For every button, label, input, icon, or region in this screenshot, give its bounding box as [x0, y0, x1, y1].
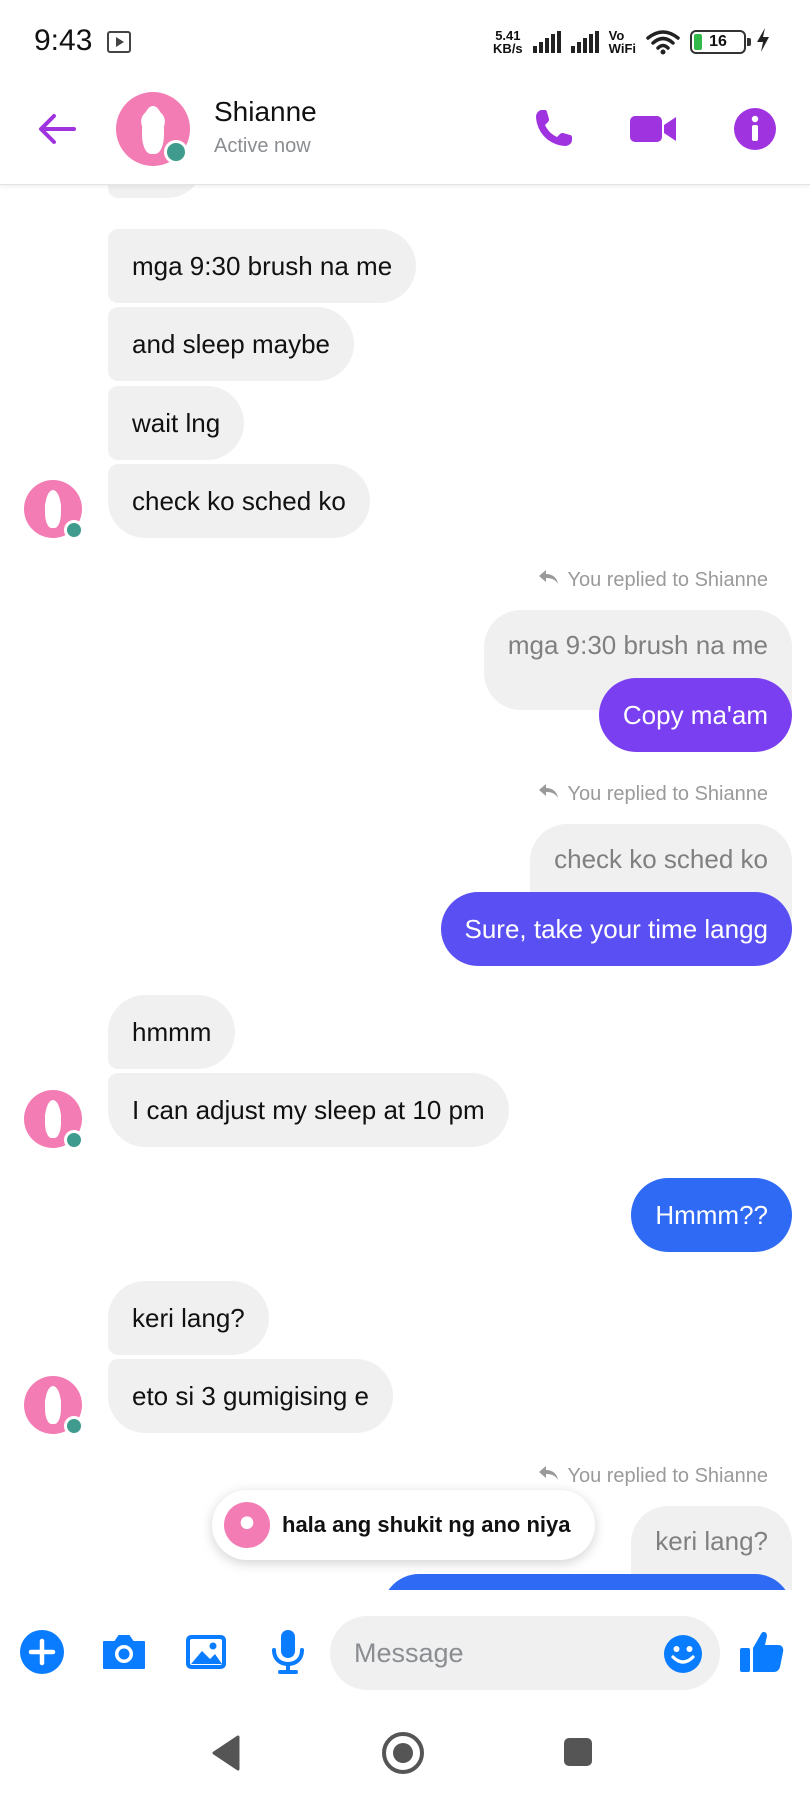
gallery-icon[interactable] — [180, 1626, 232, 1678]
quoted-text: mga 9:30 brush na me — [507, 630, 768, 660]
message-text: and sleep maybe — [132, 329, 331, 359]
message-text: Sure, take your time langg — [464, 914, 769, 944]
message-incoming[interactable]: wait lng — [108, 386, 245, 460]
nav-recents-icon[interactable] — [564, 1738, 592, 1766]
new-message-preview[interactable]: hala ang shukit ng ano niya — [212, 1490, 595, 1560]
message-incoming[interactable]: eto si 3 gumigising e — [108, 1359, 394, 1433]
message-text: hmmm — [132, 1017, 212, 1047]
back-arrow-icon[interactable] — [34, 106, 80, 152]
new-message-text: hala ang shukit ng ano niya — [282, 1512, 571, 1537]
reply-label: You replied to Shianne — [537, 782, 768, 806]
reply-label: You replied to Shianne — [537, 1464, 768, 1488]
message-outgoing-partial[interactable] — [382, 1574, 792, 1590]
wifi-icon — [646, 29, 680, 55]
reply-arrow-icon — [537, 1464, 559, 1488]
message-text: check ko sched ko — [132, 486, 346, 516]
network-speed: 5.41 KB/s — [493, 29, 523, 55]
vowifi-indicator: Vo WiFi — [609, 29, 636, 55]
message-composer — [0, 1590, 810, 1720]
message-list[interactable]: anw mga 9:30 brush na me and sleep maybe… — [0, 150, 810, 1590]
contact-status: Active now — [214, 135, 311, 157]
quoted-text: keri lang? — [655, 1526, 768, 1556]
camera-icon[interactable] — [98, 1626, 150, 1678]
nav-home-icon[interactable] — [382, 1732, 424, 1774]
toast-avatar — [224, 1502, 270, 1548]
info-icon[interactable] — [730, 104, 780, 154]
charging-icon — [756, 27, 770, 57]
chat-header: Shianne Active now — [0, 80, 810, 185]
message-text: keri lang? — [132, 1303, 245, 1333]
online-indicator — [164, 140, 188, 164]
reply-label-text: You replied to Shianne — [567, 782, 768, 805]
message-incoming[interactable]: hmmm — [108, 995, 236, 1069]
thumbs-up-icon[interactable] — [736, 1626, 788, 1678]
quoted-text: check ko sched ko — [554, 844, 768, 874]
message-outgoing[interactable]: Hmmm?? — [631, 1178, 792, 1252]
message-incoming[interactable]: check ko sched ko — [108, 464, 370, 538]
message-text: Copy ma'am — [622, 700, 768, 730]
signal-2-icon — [570, 31, 599, 53]
vowifi-bottom: WiFi — [608, 41, 636, 56]
message-incoming[interactable]: I can adjust my sleep at 10 pm — [108, 1073, 509, 1147]
message-outgoing[interactable]: Sure, take your time langg — [440, 892, 792, 966]
online-indicator — [64, 1130, 84, 1150]
message-text: I can adjust my sleep at 10 pm — [132, 1095, 485, 1125]
battery-level: 16 — [709, 33, 727, 50]
microphone-icon[interactable] — [262, 1626, 314, 1678]
network-speed-unit: KB/s — [493, 41, 523, 56]
status-time: 9:43 — [34, 24, 93, 57]
battery-icon: 16 — [690, 30, 751, 54]
phone-icon[interactable] — [528, 104, 578, 154]
message-text: eto si 3 gumigising e — [132, 1381, 370, 1411]
reply-arrow-icon — [537, 782, 559, 806]
message-input[interactable] — [354, 1616, 654, 1690]
message-outgoing[interactable]: Copy ma'am — [598, 678, 792, 752]
message-incoming[interactable]: and sleep maybe — [108, 307, 355, 381]
plus-icon[interactable] — [16, 1626, 68, 1678]
message-text: mga 9:30 brush na me — [132, 251, 393, 281]
video-camera-icon[interactable] — [628, 104, 678, 154]
nav-back-icon[interactable] — [210, 1734, 242, 1772]
message-incoming[interactable]: keri lang? — [108, 1281, 269, 1355]
media-notification-icon — [107, 31, 131, 53]
message-incoming[interactable]: mga 9:30 brush na me — [108, 229, 417, 303]
reply-label-text: You replied to Shianne — [567, 1464, 768, 1487]
online-indicator — [64, 520, 84, 540]
status-bar: 9:43 5.41 KB/s Vo WiFi 16 — [0, 0, 810, 80]
reply-label-text: You replied to Shianne — [567, 568, 768, 591]
signal-icon — [532, 31, 561, 53]
status-icons: 5.41 KB/s Vo WiFi 16 — [493, 22, 770, 62]
online-indicator — [64, 1416, 84, 1436]
reply-arrow-icon — [537, 568, 559, 592]
message-input-container[interactable] — [330, 1616, 720, 1690]
contact-name[interactable]: Shianne — [214, 96, 317, 128]
emoji-icon[interactable] — [662, 1633, 704, 1675]
message-text: Hmmm?? — [655, 1200, 768, 1230]
system-navigation-bar — [0, 1720, 810, 1800]
message-text: wait lng — [132, 408, 221, 438]
reply-label: You replied to Shianne — [537, 568, 768, 592]
